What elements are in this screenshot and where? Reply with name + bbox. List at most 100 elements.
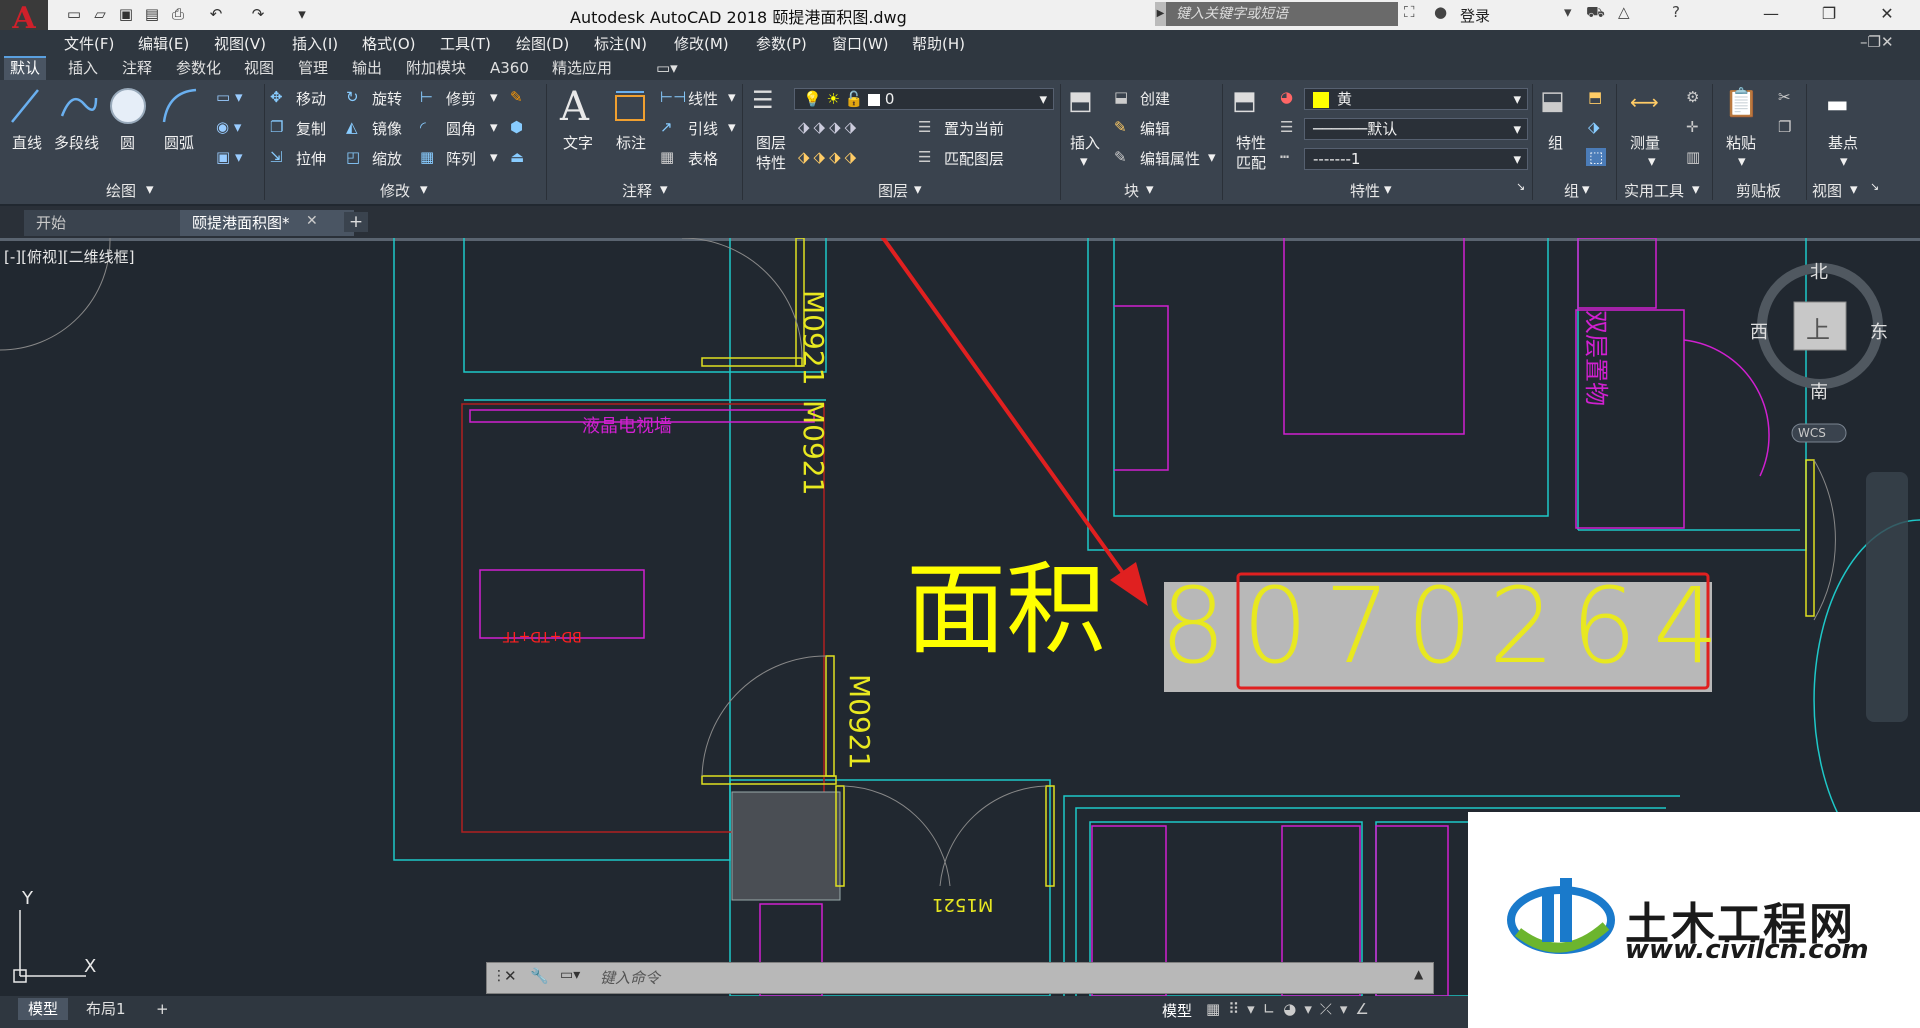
stretch-button[interactable]: 拉伸 xyxy=(296,148,326,169)
table-button[interactable]: 表格 xyxy=(688,148,718,169)
close-tab-icon[interactable]: ✕ xyxy=(306,213,318,229)
measure-icon[interactable]: ⟷ xyxy=(1630,90,1659,114)
customize-toolbar-icon[interactable]: ▾ xyxy=(292,4,312,24)
doc-window-controls-icon[interactable]: –❐✕ xyxy=(1860,33,1894,51)
save-icon[interactable]: ▣ xyxy=(116,4,136,24)
tab-start[interactable]: 开始 xyxy=(24,210,194,236)
add-layout-button[interactable]: + xyxy=(146,998,179,1020)
group-edit-icon[interactable]: ⬗ xyxy=(1588,118,1600,136)
copy-button[interactable]: 复制 xyxy=(296,118,326,139)
close-window-button[interactable]: ✕ xyxy=(1864,0,1910,30)
measure-button-label[interactable]: 测量 xyxy=(1630,132,1660,153)
command-input[interactable]: 键入命令 xyxy=(600,967,660,988)
clipboard-panel-title[interactable]: 剪贴板 xyxy=(1736,180,1781,201)
model-layout-tab[interactable]: 模型 xyxy=(18,998,69,1020)
menu-edit[interactable]: 编辑(E) xyxy=(138,33,189,54)
create-block-button[interactable]: 创建 xyxy=(1140,88,1170,109)
menu-insert[interactable]: 插入(I) xyxy=(292,33,338,54)
compass-south[interactable]: 南 xyxy=(1810,378,1828,404)
edit-block-button[interactable]: 编辑 xyxy=(1140,118,1170,139)
paste-button-label[interactable]: 粘贴 xyxy=(1726,132,1756,153)
tab-default[interactable]: 默认 xyxy=(4,56,47,80)
leader-dropdown-icon[interactable]: ▾ xyxy=(728,118,736,136)
text-tool-label[interactable]: 文字 xyxy=(563,132,593,153)
arc-tool-icon[interactable] xyxy=(160,86,200,126)
block-panel-title[interactable]: 块 xyxy=(1124,180,1139,201)
new-file-icon[interactable]: ▭ xyxy=(64,4,84,24)
print-icon[interactable]: ⎙ xyxy=(168,4,188,24)
insert-block-icon[interactable]: ⬒ xyxy=(1068,86,1093,116)
circle-tool-icon[interactable] xyxy=(108,86,148,126)
help-icon[interactable]: ? xyxy=(1672,3,1680,21)
status-drafting-icons[interactable]: ▦⠿▾∟◕▾⤫▾∠ xyxy=(1206,1000,1377,1018)
edit-attributes-button[interactable]: 编辑属性 xyxy=(1140,148,1200,169)
match-properties-label-2[interactable]: 匹配 xyxy=(1236,152,1266,173)
copy-icon[interactable]: ❐ xyxy=(270,118,283,136)
quick-select-icon[interactable]: ⚙ xyxy=(1686,88,1699,106)
cut-icon[interactable]: ✂ xyxy=(1778,88,1791,106)
lineweight-icon[interactable]: ☰ xyxy=(1280,118,1293,136)
command-history-icon[interactable]: ▲ xyxy=(1414,967,1423,981)
tab-current-drawing[interactable]: 颐提港面积图* xyxy=(180,210,354,236)
tab-insert[interactable]: 插入 xyxy=(62,58,104,78)
fillet-button[interactable]: 圆角 xyxy=(446,118,476,139)
table-icon[interactable]: ▦ xyxy=(660,148,674,166)
base-dropdown-icon[interactable]: ▾ xyxy=(1840,152,1848,170)
create-block-icon[interactable]: ⬓ xyxy=(1114,88,1128,106)
modify-panel-expand-icon[interactable]: ▾ xyxy=(420,180,428,198)
offset-icon[interactable]: ⏏ xyxy=(510,148,524,166)
region-tool-icon[interactable]: ▣ ▾ xyxy=(216,148,242,166)
match-layer-icon[interactable]: ☰ xyxy=(918,148,931,166)
id-point-icon[interactable]: ✛ xyxy=(1686,118,1699,136)
rotate-button[interactable]: 旋转 xyxy=(372,88,402,109)
search-expand-icon[interactable]: ▶ xyxy=(1155,2,1166,26)
utilities-panel-title[interactable]: 实用工具 xyxy=(1624,180,1684,201)
array-button[interactable]: 阵列 xyxy=(446,148,476,169)
insert-dropdown-icon[interactable]: ▾ xyxy=(1080,152,1088,170)
color-wheel-icon[interactable]: ◕ xyxy=(1280,88,1293,106)
lineweight-dropdown[interactable]: ──────默认 ▾ xyxy=(1304,118,1528,140)
a360-icon[interactable]: △ xyxy=(1618,3,1630,21)
redo-icon[interactable]: ↷ xyxy=(248,4,268,24)
model-space-button[interactable]: 模型 xyxy=(1162,1000,1192,1021)
menu-parametric[interactable]: 参数(P) xyxy=(756,33,807,54)
layer-properties-label-1[interactable]: 图层 xyxy=(756,132,786,153)
insert-block-label[interactable]: 插入 xyxy=(1070,132,1100,153)
group-button-label[interactable]: 组 xyxy=(1548,132,1563,153)
menu-draw[interactable]: 绘图(D) xyxy=(516,33,569,54)
make-current-button[interactable]: 置为当前 xyxy=(944,118,1004,139)
group-selection-icon[interactable]: ⬚ xyxy=(1586,148,1607,166)
view-panel-title[interactable]: 视图 xyxy=(1812,180,1842,201)
calculator-icon[interactable]: ▥ xyxy=(1686,148,1700,166)
layer-dropdown[interactable]: 💡 ☀ 🔓 0 ▾ xyxy=(794,88,1054,110)
cart-icon[interactable]: ⛟ xyxy=(1586,3,1605,23)
binoculars-icon[interactable]: ⛶ xyxy=(1404,3,1415,21)
menu-view[interactable]: 视图(V) xyxy=(214,33,266,54)
match-properties-label-1[interactable]: 特性 xyxy=(1236,132,1266,153)
linetype-icon[interactable]: ┅ xyxy=(1280,148,1289,166)
properties-dialog-launcher-icon[interactable]: ↘ xyxy=(1516,180,1525,193)
polyline-tool-icon[interactable] xyxy=(58,86,98,126)
mirror-icon[interactable]: ◭ xyxy=(346,118,358,136)
copy-clip-icon[interactable]: ❐ xyxy=(1778,118,1791,136)
tab-output[interactable]: 输出 xyxy=(346,58,388,78)
viewcube-top-label[interactable]: 上 xyxy=(1806,310,1830,345)
rotate-icon[interactable]: ↻ xyxy=(346,88,359,106)
hatch-tool-icon[interactable]: ◉ ▾ xyxy=(216,118,241,136)
edit-block-icon[interactable]: ✎ xyxy=(1114,118,1127,136)
group-icon[interactable]: ⬓ xyxy=(1540,86,1565,116)
user-icon[interactable]: ● xyxy=(1434,3,1447,21)
block-panel-expand-icon[interactable]: ▾ xyxy=(1146,180,1154,198)
match-properties-icon[interactable]: ⬒ xyxy=(1232,86,1257,116)
array-icon[interactable]: ▦ xyxy=(420,148,434,166)
layer-properties-label-2[interactable]: 特性 xyxy=(756,152,786,173)
polyline-tool-label[interactable]: 多段线 xyxy=(54,132,99,153)
layer-properties-icon[interactable]: ☰ xyxy=(752,86,774,114)
draw-panel-title[interactable]: 绘图 xyxy=(106,180,136,201)
viewport-controls[interactable]: [-][俯视][二维线框] xyxy=(4,246,135,267)
leader-button[interactable]: 引线 xyxy=(688,118,718,139)
search-input[interactable]: 键入关键字或短语 xyxy=(1166,2,1398,26)
menu-tools[interactable]: 工具(T) xyxy=(440,33,491,54)
trim-button[interactable]: 修剪 xyxy=(446,88,476,109)
dimension-tool-icon[interactable] xyxy=(612,88,648,124)
